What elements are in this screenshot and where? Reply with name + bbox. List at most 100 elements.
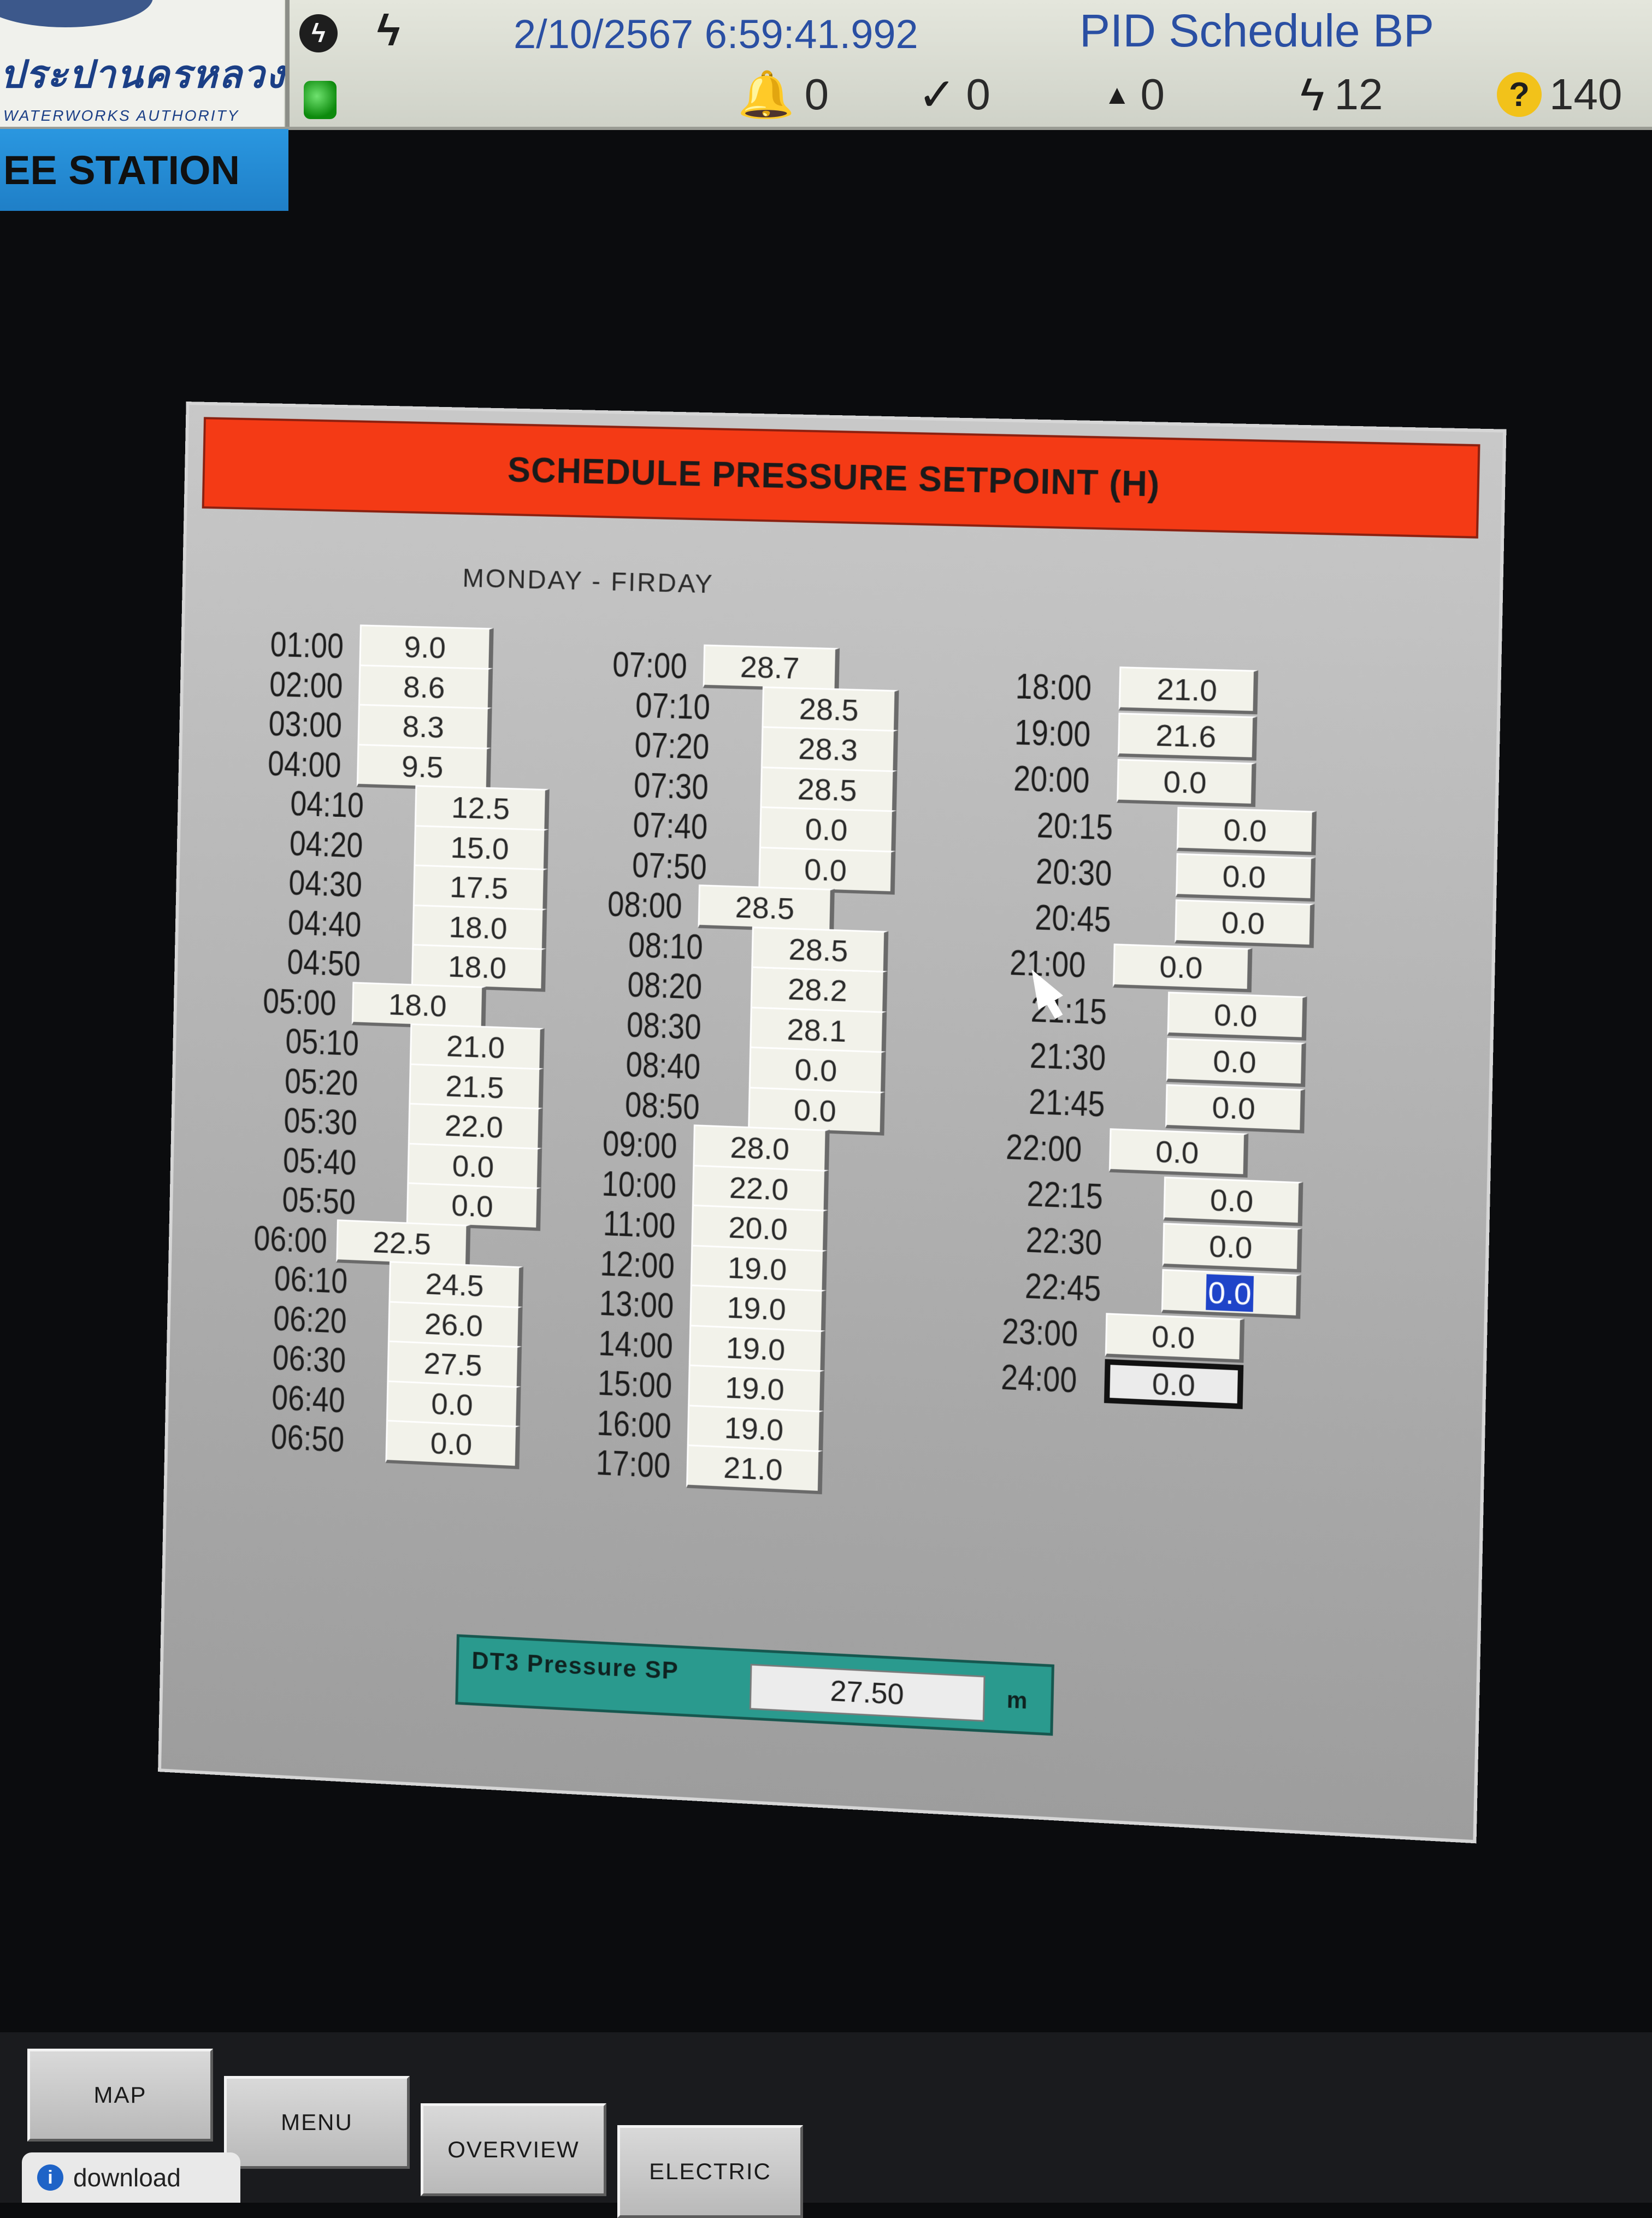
setpoint-input[interactable]: 0.0 <box>1117 759 1256 807</box>
time-label: 04:50 <box>286 942 361 984</box>
setpoint-value: 28.2 <box>787 971 848 1008</box>
setpoint-value: 26.0 <box>424 1306 483 1343</box>
setpoint-input[interactable]: 0.0 <box>1175 853 1316 902</box>
setpoint-value: 21.0 <box>1156 671 1218 708</box>
time-label: 03:00 <box>268 704 343 745</box>
setpoint-value: 0.0 <box>430 1425 473 1462</box>
dt3-value-field[interactable]: 27.50 <box>749 1664 986 1722</box>
time-label: 04:40 <box>287 902 362 945</box>
time-label: 24:00 <box>1000 1357 1078 1400</box>
power-icon[interactable]: ϟ <box>299 14 338 52</box>
setpoint-input[interactable]: 0.0 <box>1166 1037 1306 1087</box>
setpoint-input[interactable]: 28.7 <box>703 644 840 692</box>
alarm-count: 0 <box>804 70 829 119</box>
ack-counter[interactable]: ✓ 0 <box>918 69 990 120</box>
lightning-icon[interactable]: ϟ <box>377 5 400 56</box>
setpoint-value: 0.0 <box>1223 812 1267 848</box>
nav-map-button[interactable]: MAP <box>27 2049 213 2142</box>
setpoint-input[interactable]: 21.0 <box>1118 666 1259 715</box>
setpoint-value: 21.0 <box>723 1450 783 1487</box>
setpoint-value: 0.0 <box>805 811 848 847</box>
setpoint-input[interactable]: 0.0 <box>1108 1128 1249 1178</box>
setpoint-value: 0.0 <box>1221 905 1265 941</box>
setpoint-value: 0.0 <box>1213 997 1258 1034</box>
setpoint-input[interactable]: 0.0 <box>1105 1313 1245 1363</box>
setpoint-input[interactable]: 18.0 <box>351 981 487 1030</box>
setpoint-value: 28.0 <box>729 1129 790 1166</box>
setpoint-input[interactable]: 0.0 <box>1167 992 1307 1041</box>
time-label: 08:20 <box>627 965 703 1007</box>
setpoint-value: 18.0 <box>388 987 447 1023</box>
setpoint-input[interactable]: 21.0 <box>686 1444 823 1495</box>
nav-overview-button[interactable]: OVERVIEW <box>421 2103 606 2196</box>
time-label: 10:00 <box>601 1164 677 1206</box>
event-counter[interactable]: ▲ 0 <box>1104 70 1165 119</box>
station-tab[interactable]: EE STATION <box>0 129 288 211</box>
setpoint-input[interactable]: 0.0 <box>1175 899 1315 948</box>
time-label: 05:20 <box>284 1061 358 1103</box>
setpoint-value: 28.5 <box>788 931 849 968</box>
setpoint-value: 22.5 <box>372 1224 432 1261</box>
time-label: 06:30 <box>272 1338 346 1381</box>
question-counter[interactable]: ? 140 <box>1497 70 1622 119</box>
setpoint-input[interactable]: 0.0 <box>385 1419 521 1470</box>
nav-menu-button[interactable]: MENU <box>224 2076 410 2169</box>
time-label: 07:50 <box>632 845 707 887</box>
setpoint-input[interactable]: 0.0 <box>1176 806 1317 856</box>
setpoint-value: 21.6 <box>1155 717 1217 754</box>
setpoint-value: 19.0 <box>724 1409 784 1447</box>
time-label: 07:20 <box>634 725 710 767</box>
setpoint-value: 19.0 <box>725 1330 786 1367</box>
lightning-icon: ϟ <box>1300 68 1325 120</box>
time-label: 20:15 <box>1036 805 1113 847</box>
time-label: 07:00 <box>612 645 688 686</box>
ack-count: 0 <box>966 70 990 119</box>
time-label: 22:00 <box>1005 1127 1082 1170</box>
time-label: 08:50 <box>624 1084 700 1127</box>
time-label: 05:00 <box>262 981 337 1023</box>
setpoint-input[interactable]: 28.5 <box>698 884 835 933</box>
dt3-unit: m <box>1006 1686 1028 1714</box>
up-arrow-icon: ▲ <box>1104 79 1131 110</box>
time-label: 04:30 <box>288 863 363 905</box>
setpoint-value: 9.5 <box>401 748 444 784</box>
time-label: 07:10 <box>635 685 711 727</box>
setpoint-input[interactable]: 9.5 <box>356 744 492 791</box>
setpoint-value: 20.0 <box>728 1210 788 1247</box>
setpoint-input[interactable]: 0.0 <box>1112 943 1253 993</box>
setpoint-input[interactable]: 21.6 <box>1117 712 1258 761</box>
setpoint-input[interactable]: 22.5 <box>336 1219 471 1268</box>
time-label: 06:50 <box>270 1417 345 1460</box>
setpoint-input[interactable]: 0.0 <box>1104 1359 1244 1409</box>
download-notification[interactable]: i download <box>22 2152 240 2203</box>
day-range-label: MONDAY - FIRDAY <box>462 564 715 599</box>
download-label: download <box>73 2163 181 2192</box>
setpoint-value: 9.0 <box>404 629 446 665</box>
time-label: 14:00 <box>598 1323 674 1366</box>
time-label: 20:00 <box>1013 758 1090 801</box>
time-label: 18:00 <box>1015 666 1092 709</box>
status-led-icon <box>304 81 337 119</box>
time-label: 06:10 <box>274 1259 348 1301</box>
alarm-counter[interactable]: 🔔 0 <box>738 68 829 120</box>
setpoint-value: 0.0 <box>793 1092 837 1128</box>
fault-counter[interactable]: ϟ 12 <box>1300 68 1383 120</box>
setpoint-value: 0.0 <box>1159 949 1203 986</box>
top-status-bar: ประปานครหลวง WATERWORKS AUTHORITY ϟ ϟ 2/… <box>0 0 1652 130</box>
time-label: 22:45 <box>1024 1266 1101 1309</box>
bell-icon: 🔔 <box>738 68 795 120</box>
time-label: 22:15 <box>1026 1173 1104 1217</box>
time-label: 21:30 <box>1029 1035 1106 1078</box>
setpoint-input[interactable]: 0.0 <box>1162 1223 1302 1273</box>
setpoint-value: 19.0 <box>726 1289 787 1327</box>
time-label: 20:30 <box>1035 851 1113 894</box>
setpoint-value: 0.0 <box>794 1052 837 1088</box>
setpoint-input[interactable]: 0.0 <box>1165 1084 1306 1134</box>
setpoint-input[interactable]: 0.0 <box>1163 1176 1303 1226</box>
setpoint-input[interactable]: 0.0 <box>1161 1269 1301 1319</box>
nav-electric-button[interactable]: ELECTRIC <box>617 2125 803 2218</box>
time-label: 05:50 <box>281 1179 356 1222</box>
setpoint-value: 0.0 <box>1210 1182 1254 1219</box>
time-label: 12:00 <box>599 1243 675 1286</box>
time-label: 05:40 <box>282 1140 357 1182</box>
